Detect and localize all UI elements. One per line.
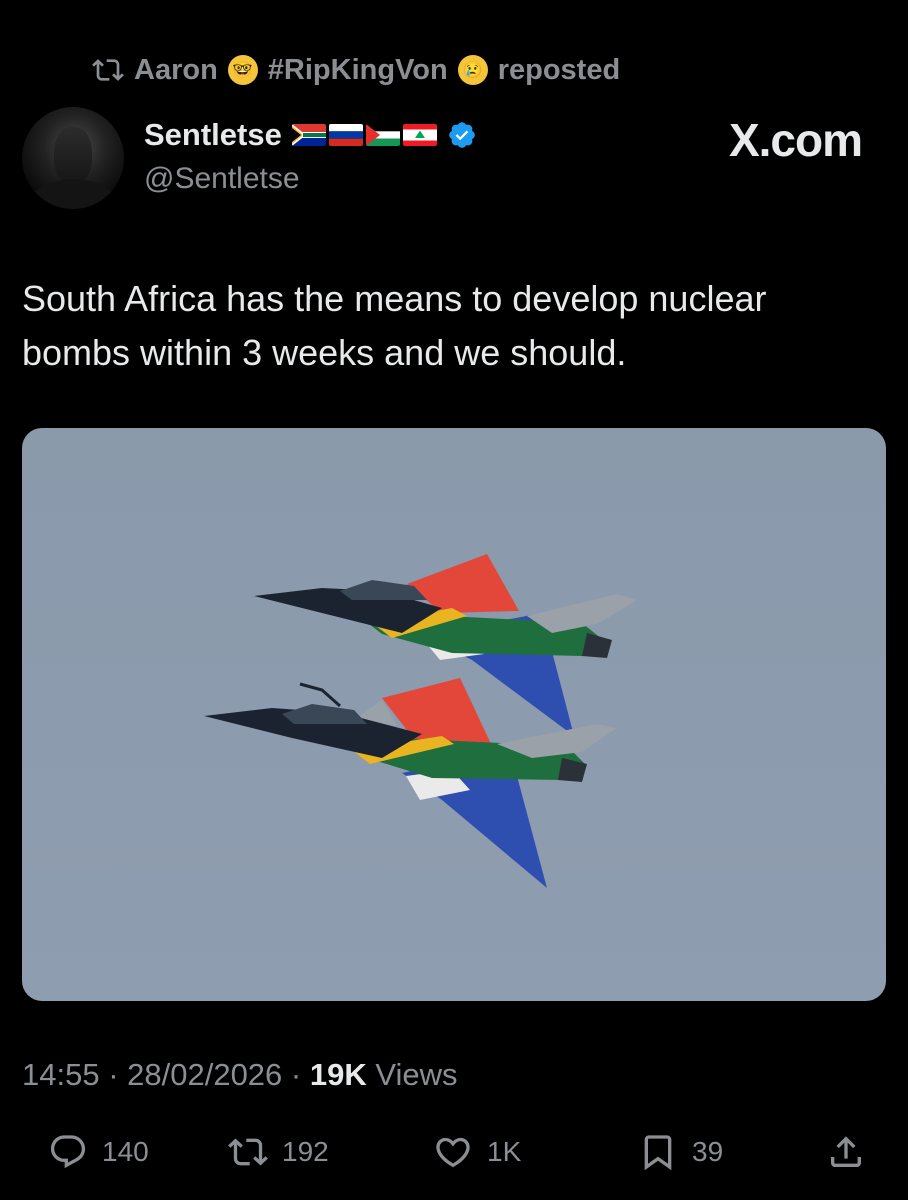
reply-count: 140	[102, 1136, 149, 1167]
tweet-image[interactable]	[22, 428, 886, 1001]
crying-face-icon: 😢	[457, 55, 488, 85]
author-name[interactable]: Sentletse	[144, 117, 282, 153]
flag-list	[291, 124, 437, 146]
south-africa-flag-icon	[291, 124, 326, 146]
tweet-text: South Africa has the means to develop nu…	[22, 272, 882, 380]
tweet-date[interactable]: 28/02/2026	[127, 1057, 282, 1092]
author-handle[interactable]: @Sentletse	[144, 162, 300, 196]
views-count: 19K	[309, 1057, 367, 1092]
avatar[interactable]	[22, 107, 124, 209]
lebanon-flag-icon	[402, 124, 437, 146]
reply-icon	[50, 1135, 86, 1169]
nerd-face-icon: 🤓	[227, 55, 258, 85]
share-icon	[831, 1136, 861, 1167]
meta-separator: ·	[108, 1057, 128, 1092]
share-button[interactable]	[826, 1132, 866, 1172]
like-button[interactable]: 1K	[433, 1132, 521, 1172]
tweet-time[interactable]: 14:55	[22, 1057, 100, 1092]
tweet-line-1: South Africa has the means to develop nu…	[22, 278, 767, 319]
bookmark-count: 39	[692, 1136, 724, 1167]
repost-count: 192	[282, 1136, 329, 1167]
repost-hashtag[interactable]: #RipKingVon	[268, 54, 448, 87]
author-row: Sentletse	[144, 117, 477, 153]
fighter-jets-photo-icon	[204, 554, 637, 888]
repost-button[interactable]: 192	[228, 1132, 329, 1172]
action-bar: 140 192 1K 39	[0, 1132, 908, 1182]
repost-header[interactable]: Aaron 🤓 #RipKingVon 😢 reposted	[92, 50, 620, 90]
tweet-meta: 14:55 · 28/02/2026 · 19K Views	[22, 1057, 458, 1093]
tweet-line-2: bombs within 3 weeks and we should.	[22, 332, 627, 373]
repost-user[interactable]: Aaron	[134, 54, 218, 87]
bookmark-button[interactable]: 39	[638, 1132, 723, 1172]
russia-flag-icon	[328, 124, 363, 146]
palestine-flag-icon	[365, 124, 400, 146]
meta-separator: ·	[290, 1057, 310, 1092]
views-label: Views	[375, 1057, 458, 1092]
bookmark-icon	[644, 1135, 672, 1171]
verified-badge-icon	[449, 122, 475, 148]
xcom-logo: X.com	[728, 114, 863, 166]
repost-icon	[92, 59, 124, 81]
repost-label: reposted	[497, 53, 621, 86]
heart-icon	[436, 1137, 470, 1168]
repost-icon	[228, 1138, 268, 1166]
like-count: 1K	[487, 1136, 522, 1167]
reply-button[interactable]: 140	[48, 1132, 149, 1172]
